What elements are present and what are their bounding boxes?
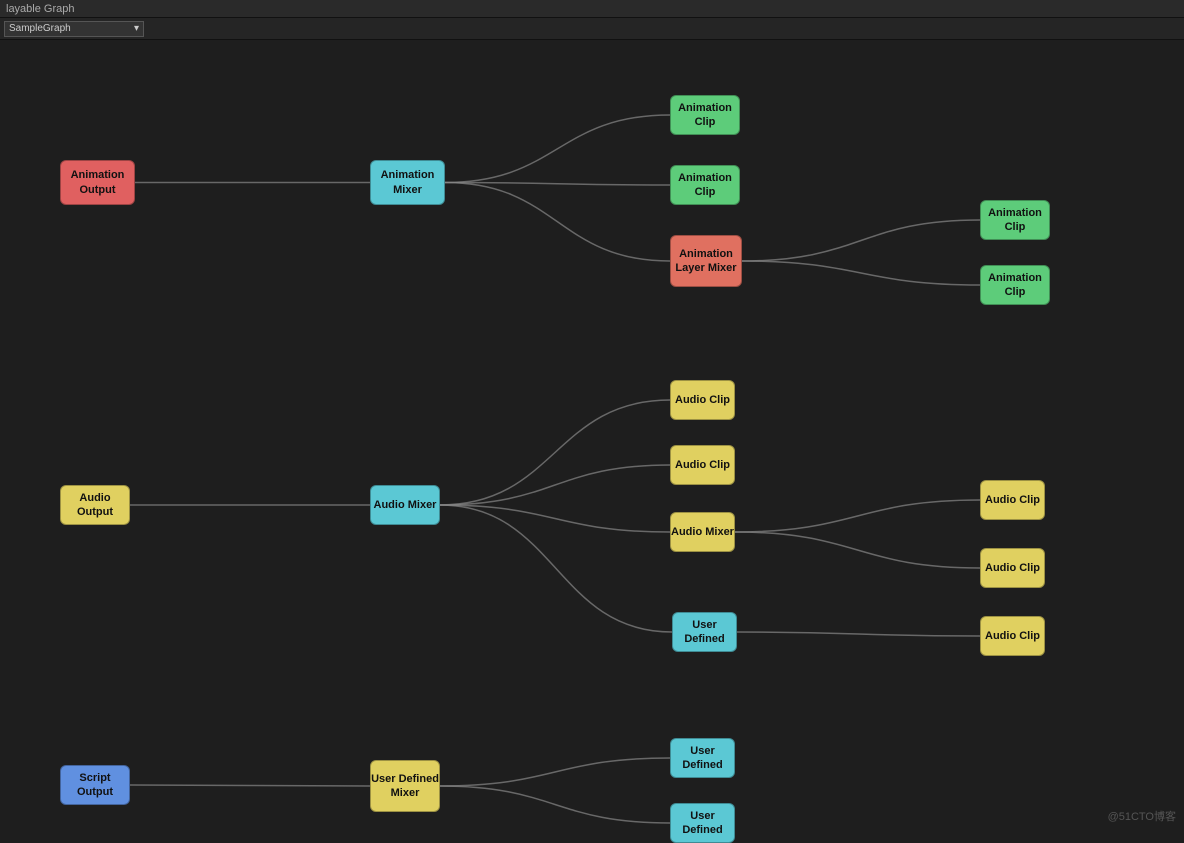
node-audio-clip-4[interactable]: Audio Clip xyxy=(980,548,1045,588)
node-audio-clip-1[interactable]: Audio Clip xyxy=(670,380,735,420)
node-audio-clip-3[interactable]: Audio Clip xyxy=(980,480,1045,520)
node-user-defined-1[interactable]: User Defined xyxy=(672,612,737,652)
node-anim-mixer[interactable]: Animation Mixer xyxy=(370,160,445,205)
dropdown-arrow-icon: ▾ xyxy=(134,23,139,34)
node-anim-clip-1[interactable]: Animation Clip xyxy=(670,95,740,135)
node-audio-output[interactable]: Audio Output xyxy=(60,485,130,525)
node-user-def-node-2[interactable]: User Defined xyxy=(670,803,735,843)
node-anim-clip-2[interactable]: Animation Clip xyxy=(670,165,740,205)
title-bar: layable Graph xyxy=(0,0,1184,18)
graph-dropdown[interactable]: SampleGraph ▾ xyxy=(4,21,144,37)
node-user-def-node-1[interactable]: User Defined xyxy=(670,738,735,778)
node-anim-output[interactable]: Animation Output xyxy=(60,160,135,205)
dropdown-value: SampleGraph xyxy=(9,23,71,34)
node-script-output[interactable]: Script Output xyxy=(60,765,130,805)
graph-area: Animation Output Animation Mixer Animation… xyxy=(0,40,1184,832)
node-audio-clip-5[interactable]: Audio Clip xyxy=(980,616,1045,656)
toolbar: SampleGraph ▾ xyxy=(0,18,1184,40)
title-bar-text: layable Graph xyxy=(6,3,75,15)
connections-svg xyxy=(0,40,1184,832)
node-audio-mixer-2[interactable]: Audio Mixer xyxy=(670,512,735,552)
node-audio-clip-2[interactable]: Audio Clip xyxy=(670,445,735,485)
node-audio-mixer[interactable]: Audio Mixer xyxy=(370,485,440,525)
node-anim-clip-4[interactable]: Animation Clip xyxy=(980,265,1050,305)
node-user-def-mixer[interactable]: User Defined Mixer xyxy=(370,760,440,812)
node-anim-layer-mixer[interactable]: Animation Layer Mixer xyxy=(670,235,742,287)
watermark: @51CTO博客 xyxy=(1108,808,1176,824)
node-anim-clip-3[interactable]: Animation Clip xyxy=(980,200,1050,240)
